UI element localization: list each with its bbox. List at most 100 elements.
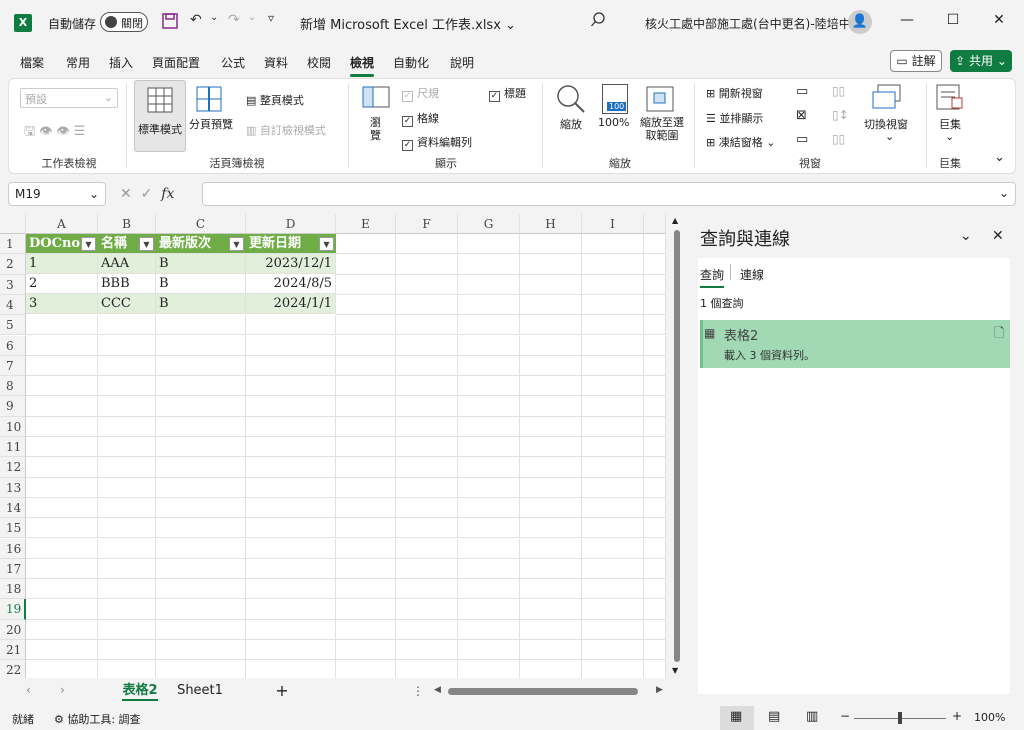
grid-cell[interactable]	[582, 335, 644, 356]
grid-cell[interactable]	[98, 558, 156, 580]
grid-cell[interactable]	[458, 437, 520, 458]
menu-review[interactable]: 校閱	[307, 54, 331, 71]
grid-cell[interactable]	[246, 355, 336, 377]
cancel-icon[interactable]: ✕	[120, 186, 132, 202]
row-header[interactable]: 12	[0, 457, 26, 478]
minimize-icon[interactable]: —	[892, 12, 922, 28]
row-header[interactable]: 19	[0, 599, 26, 620]
table-header-cell[interactable]: 更新日期 ▼	[246, 234, 336, 255]
grid-cell[interactable]	[582, 234, 644, 255]
menu-page-layout[interactable]: 頁面配置	[152, 54, 200, 71]
grid-cell[interactable]	[458, 640, 520, 661]
grid-cell[interactable]	[644, 376, 666, 397]
grid-cell[interactable]	[396, 538, 458, 559]
grid-cell[interactable]	[520, 518, 582, 539]
grid-cell[interactable]	[582, 477, 644, 498]
grid-cell[interactable]	[156, 437, 246, 458]
grid-cell[interactable]	[520, 538, 582, 559]
grid-cell[interactable]	[582, 579, 644, 600]
horizontal-scroll-thumb[interactable]	[448, 688, 638, 695]
grid-cell[interactable]	[336, 376, 396, 397]
grid-cell[interactable]	[396, 437, 458, 458]
column-header-g[interactable]: G	[458, 214, 520, 234]
grid-cell[interactable]	[644, 355, 666, 377]
filter-dropdown-icon[interactable]: ▼	[139, 237, 154, 251]
grid-cell[interactable]	[336, 315, 396, 336]
headings-checkbox[interactable]: ✓ 標題	[489, 85, 526, 102]
grid-cell[interactable]	[156, 457, 246, 478]
grid-cell[interactable]	[156, 640, 246, 661]
split-icon[interactable]: ▭	[796, 84, 808, 99]
grid-cell[interactable]	[26, 640, 98, 661]
grid-cell[interactable]	[644, 396, 666, 417]
grid-cell[interactable]	[644, 254, 666, 275]
grid-cell[interactable]	[156, 396, 246, 417]
grid-cell[interactable]	[520, 376, 582, 397]
save-icon[interactable]	[162, 13, 178, 33]
custom-views-button[interactable]: ▥ 自訂檢視模式	[246, 122, 326, 138]
grid-cell[interactable]	[246, 457, 336, 478]
accessibility-status[interactable]: ⚙ 協助工具: 調查	[54, 711, 141, 727]
grid-cell[interactable]	[396, 416, 458, 437]
grid-cell[interactable]	[26, 355, 98, 377]
grid-cell[interactable]	[582, 558, 644, 580]
grid-cell[interactable]	[520, 579, 582, 600]
menu-home[interactable]: 常用	[66, 54, 90, 71]
zoom-100-button[interactable]: 100%	[598, 116, 629, 129]
grid-cell[interactable]	[644, 477, 666, 498]
grid-cell[interactable]	[156, 599, 246, 620]
grid-cell[interactable]	[644, 558, 666, 580]
new-window-button[interactable]: ⊞ 開新視窗	[706, 85, 763, 101]
gridlines-checkbox[interactable]: ✓ 格線	[402, 110, 439, 127]
grid-cell[interactable]	[98, 457, 156, 478]
grid-cell[interactable]	[458, 315, 520, 336]
grid-cell[interactable]	[26, 477, 98, 498]
normal-view-button[interactable]: 標準模式	[134, 80, 186, 152]
redo-dropdown-icon[interactable]: ⌄	[248, 12, 256, 23]
grid-cell[interactable]	[246, 579, 336, 600]
grid-cell[interactable]	[156, 518, 246, 539]
table-cell[interactable]: B	[156, 254, 246, 275]
grid-cell[interactable]	[246, 599, 336, 620]
grid-cell[interactable]	[458, 619, 520, 640]
tab-split-handle[interactable]: ⋮	[412, 684, 424, 698]
grid-cell[interactable]	[396, 599, 458, 620]
grid-cell[interactable]	[336, 294, 396, 316]
table-cell[interactable]: AAA	[98, 254, 156, 275]
sync-scroll-icon[interactable]: ▯↕	[832, 108, 849, 122]
grid-cell[interactable]	[336, 274, 396, 295]
grid-cell[interactable]	[520, 558, 582, 580]
grid-cell[interactable]	[458, 497, 520, 519]
zoom-in-button[interactable]: +	[952, 709, 962, 723]
view-side-by-side-icon[interactable]: ▯▯	[832, 84, 845, 98]
grid-cell[interactable]	[458, 579, 520, 600]
pane-close-icon[interactable]: ✕	[992, 228, 1004, 244]
grid-cell[interactable]	[26, 599, 98, 620]
grid-cell[interactable]	[336, 416, 396, 437]
page-layout-status-icon[interactable]: ▤	[768, 709, 780, 724]
grid-cell[interactable]	[520, 477, 582, 498]
grid-cell[interactable]	[336, 579, 396, 600]
grid-cell[interactable]	[336, 437, 396, 458]
grid-cell[interactable]	[156, 538, 246, 559]
grid-cell[interactable]	[582, 416, 644, 437]
grid-cell[interactable]	[582, 599, 644, 620]
grid-cell[interactable]	[26, 538, 98, 559]
grid-cell[interactable]	[582, 396, 644, 417]
menu-automate[interactable]: 自動化	[393, 54, 429, 71]
grid-cell[interactable]	[582, 518, 644, 539]
autosave-toggle[interactable]: 關閉	[100, 12, 148, 32]
grid-cell[interactable]	[644, 599, 666, 620]
row-header[interactable]: 16	[0, 538, 26, 559]
row-header[interactable]: 14	[0, 497, 26, 519]
prev-sheet-icon[interactable]: ‹	[26, 683, 31, 697]
grid-cell[interactable]	[246, 518, 336, 539]
grid-cell[interactable]	[582, 376, 644, 397]
collapse-ribbon-icon[interactable]: ⌄	[994, 150, 1005, 165]
zoom-button[interactable]: 縮放	[560, 116, 582, 132]
filter-dropdown-icon[interactable]: ▼	[229, 237, 244, 251]
grid-cell[interactable]	[336, 558, 396, 580]
grid-cell[interactable]	[644, 437, 666, 458]
grid-cell[interactable]	[396, 497, 458, 519]
grid-cell[interactable]	[582, 437, 644, 458]
